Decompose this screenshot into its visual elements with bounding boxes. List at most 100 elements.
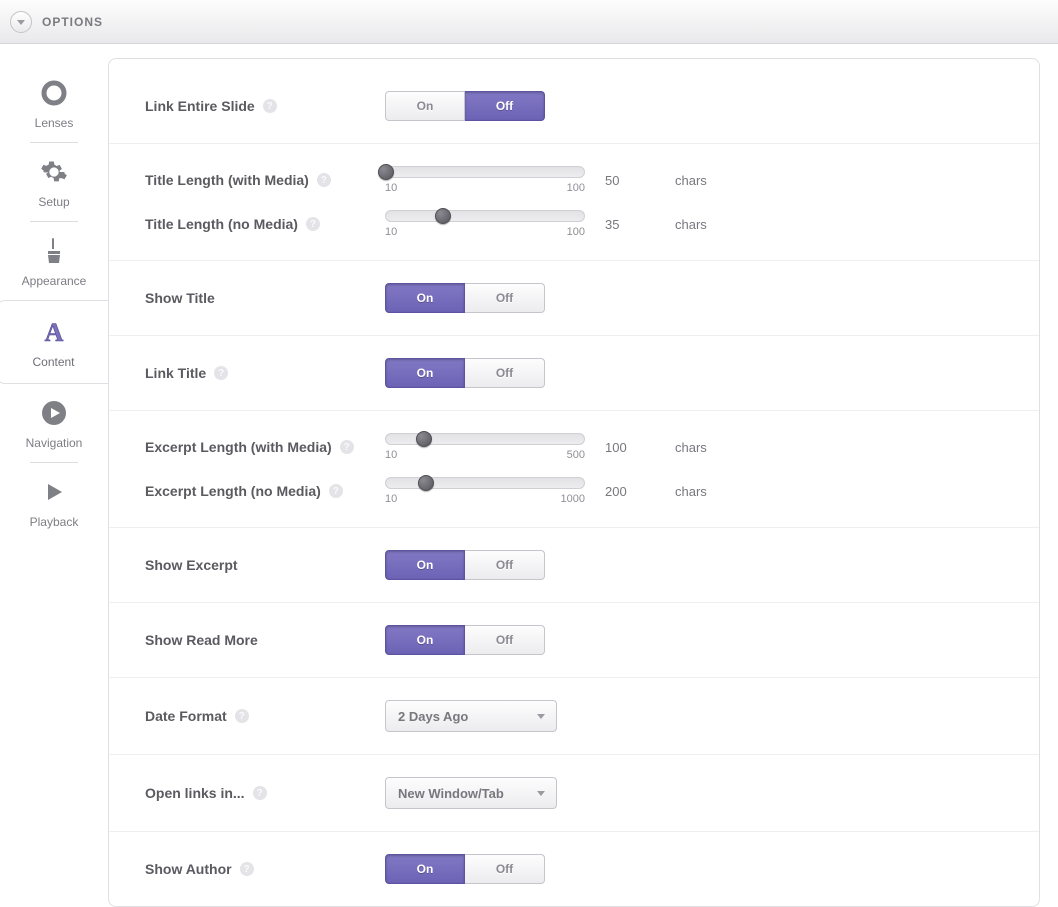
arrow-circle-icon <box>33 396 75 430</box>
toggle-link-slide: On Off <box>385 91 545 121</box>
slider-title-len-no-media[interactable] <box>385 210 585 222</box>
slider-thumb[interactable] <box>378 164 394 180</box>
row-open-links: Open links in... ? New Window/Tab <box>109 755 1039 832</box>
label-show-author: Show Author <box>145 861 232 877</box>
off-button[interactable]: Off <box>465 358 545 388</box>
slider-min: 10 <box>385 182 397 194</box>
row-show-title: Show Title On Off <box>109 261 1039 336</box>
label-exc-len-no-media: Excerpt Length (no Media) <box>145 483 321 499</box>
select-date-format[interactable]: 2 Days Ago <box>385 700 557 732</box>
label-link-slide: Link Entire Slide <box>145 98 255 114</box>
collapse-toggle[interactable] <box>10 11 32 33</box>
sidebar-item-label: Navigation <box>11 436 97 450</box>
slider-exc-len-no-media[interactable] <box>385 477 585 489</box>
toggle-show-title: On Off <box>385 283 545 313</box>
help-icon[interactable]: ? <box>263 99 277 113</box>
help-icon[interactable]: ? <box>340 440 354 454</box>
chevron-down-icon <box>536 788 546 798</box>
slider-thumb[interactable] <box>418 475 434 491</box>
slider-exc-len-media[interactable] <box>385 433 585 445</box>
slider-max: 1000 <box>561 493 585 505</box>
row-excerpt-length-no-media: Excerpt Length (no Media) ? 10 1000 200 … <box>109 469 1039 528</box>
label-date-format: Date Format <box>145 708 227 724</box>
off-button[interactable]: Off <box>465 625 545 655</box>
row-link-entire-slide: Link Entire Slide ? On Off <box>109 69 1039 144</box>
header-title: OPTIONS <box>42 15 103 29</box>
help-icon[interactable]: ? <box>235 709 249 723</box>
on-button[interactable]: On <box>385 550 465 580</box>
slider-max: 100 <box>567 226 585 238</box>
slider-unit: chars <box>675 440 707 455</box>
row-title-length-media: Title Length (with Media) ? 10 100 50 ch… <box>109 144 1039 202</box>
toggle-link-title: On Off <box>385 358 545 388</box>
circle-icon <box>33 76 75 110</box>
slider-value: 200 <box>605 484 655 499</box>
on-button[interactable]: On <box>385 358 465 388</box>
help-icon[interactable]: ? <box>329 484 343 498</box>
label-show-excerpt: Show Excerpt <box>145 557 238 573</box>
label-show-title: Show Title <box>145 290 215 306</box>
slider-thumb[interactable] <box>416 431 432 447</box>
slider-value: 50 <box>605 173 655 188</box>
row-link-title: Link Title ? On Off <box>109 336 1039 411</box>
sidebar-item-lenses[interactable]: Lenses <box>11 64 97 142</box>
content-panel: Link Entire Slide ? On Off Title Length … <box>108 58 1040 907</box>
off-button[interactable]: Off <box>465 283 545 313</box>
slider-value: 35 <box>605 217 655 232</box>
on-button[interactable]: On <box>385 854 465 884</box>
slider-min: 10 <box>385 449 397 461</box>
help-icon[interactable]: ? <box>306 217 320 231</box>
sidebar-item-label: Setup <box>11 195 97 209</box>
slider-unit: chars <box>675 217 707 232</box>
chevron-down-icon <box>16 17 26 27</box>
label-open-links: Open links in... <box>145 785 245 801</box>
options-header: OPTIONS <box>0 0 1058 44</box>
sidebar-item-appearance[interactable]: Appearance <box>11 222 97 300</box>
row-show-author: Show Author ? On Off <box>109 832 1039 906</box>
help-icon[interactable]: ? <box>253 786 267 800</box>
sidebar-item-content[interactable]: A Content <box>0 300 108 384</box>
sidebar: Lenses Setup Appearance A Content <box>0 44 108 907</box>
sidebar-item-label: Playback <box>11 515 97 529</box>
slider-value: 100 <box>605 440 655 455</box>
select-value: New Window/Tab <box>398 786 504 801</box>
toggle-show-excerpt: On Off <box>385 550 545 580</box>
off-button[interactable]: Off <box>465 91 545 121</box>
sidebar-item-label: Content <box>0 355 108 369</box>
slider-unit: chars <box>675 173 707 188</box>
off-button[interactable]: Off <box>465 550 545 580</box>
slider-min: 10 <box>385 493 397 505</box>
slider-unit: chars <box>675 484 707 499</box>
gear-icon <box>33 155 75 189</box>
select-open-links[interactable]: New Window/Tab <box>385 777 557 809</box>
sidebar-item-setup[interactable]: Setup <box>11 143 97 221</box>
slider-min: 10 <box>385 226 397 238</box>
slider-max: 100 <box>567 182 585 194</box>
text-a-icon: A <box>33 315 75 349</box>
on-button[interactable]: On <box>385 625 465 655</box>
help-icon[interactable]: ? <box>317 173 331 187</box>
svg-text:A: A <box>44 318 63 347</box>
slider-title-len-media[interactable] <box>385 166 585 178</box>
select-value: 2 Days Ago <box>398 709 468 724</box>
row-show-excerpt: Show Excerpt On Off <box>109 528 1039 603</box>
row-show-read-more: Show Read More On Off <box>109 603 1039 678</box>
label-title-len-media: Title Length (with Media) <box>145 172 309 188</box>
toggle-show-read-more: On Off <box>385 625 545 655</box>
play-icon <box>33 475 75 509</box>
on-button[interactable]: On <box>385 283 465 313</box>
slider-thumb[interactable] <box>435 208 451 224</box>
off-button[interactable]: Off <box>465 854 545 884</box>
toggle-show-author: On Off <box>385 854 545 884</box>
help-icon[interactable]: ? <box>240 862 254 876</box>
row-excerpt-length-media: Excerpt Length (with Media) ? 10 500 100… <box>109 411 1039 469</box>
sidebar-item-navigation[interactable]: Navigation <box>11 384 97 462</box>
sidebar-item-label: Appearance <box>11 274 97 288</box>
label-exc-len-media: Excerpt Length (with Media) <box>145 439 332 455</box>
brush-icon <box>33 234 75 268</box>
help-icon[interactable]: ? <box>214 366 228 380</box>
sidebar-item-label: Lenses <box>11 116 97 130</box>
sidebar-item-playback[interactable]: Playback <box>11 463 97 541</box>
chevron-down-icon <box>536 711 546 721</box>
on-button[interactable]: On <box>385 91 465 121</box>
